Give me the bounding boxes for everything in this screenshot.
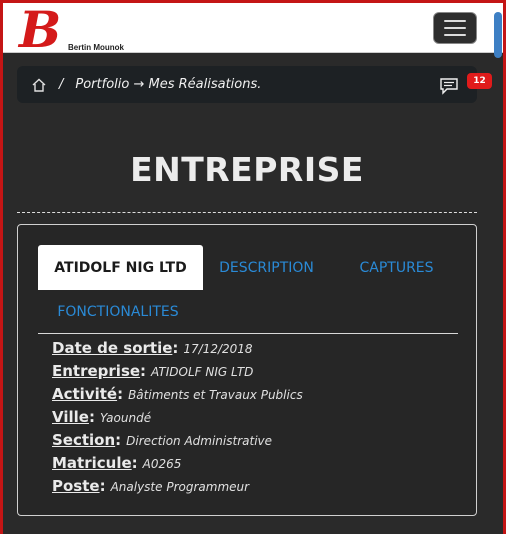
tab-captures[interactable]: CAPTURES [338,245,455,290]
detail-row-entreprise: Entreprise: ATIDOLF NIG LTD [52,362,254,380]
detail-value: 17/12/2018 [183,342,253,356]
menu-icon-bar [444,27,466,29]
detail-row-date: Date de sortie: 17/12/2018 [52,339,253,357]
detail-label: Matricule [52,454,132,472]
detail-label: Activité [52,385,118,403]
detail-row-matricule: Matricule: A0265 [52,454,182,472]
detail-label: Ville [52,408,89,426]
detail-value: A0265 [142,457,182,471]
menu-icon-bar [444,34,466,36]
detail-row-poste: Poste: Analyste Programmeur [52,477,250,495]
detail-label: Entreprise [52,362,141,380]
title-divider [17,212,477,213]
detail-label: Poste [52,477,100,495]
detail-row-ville: Ville: Yaoundé [52,408,152,426]
detail-label: Section [52,431,116,449]
detail-value: Yaoundé [99,411,152,425]
brand-name: Bertin Mounok [68,43,124,52]
notification-badge: 12 [467,73,492,89]
breadcrumb-separator: / [59,77,64,92]
detail-row-activite: Activité: Bâtiments et Travaux Publics [52,385,303,403]
tab-fonctionalites[interactable]: FONCTIONALITES [38,290,198,333]
navbar: B Bertin Mounok [3,3,503,55]
breadcrumb-path[interactable]: Portfolio → Mes Réalisations. [75,77,261,92]
window-frame-left [0,0,3,534]
tab-divider [38,333,458,334]
breadcrumb: / Portfolio → Mes Réalisations. 12 [17,66,492,103]
page-title: ENTREPRISE [130,150,364,189]
home-icon[interactable] [31,77,47,93]
message-icon[interactable] [439,77,459,95]
details-list: Date de sortie: 17/12/2018 Entreprise: A… [52,339,452,500]
detail-value: Bâtiments et Travaux Publics [128,388,303,402]
menu-toggle-button[interactable] [433,12,477,44]
scrollbar-thumb[interactable] [494,12,502,58]
detail-label: Date de sortie [52,339,173,357]
tab-atidolf[interactable]: ATIDOLF NIG LTD [38,245,203,290]
detail-value: Direction Administrative [126,434,273,448]
project-card: ATIDOLF NIG LTD DESCRIPTION CAPTURES FON… [17,224,477,516]
detail-value: ATIDOLF NIG LTD [151,365,254,379]
detail-value: Analyste Programmeur [110,480,250,494]
detail-row-section: Section: Direction Administrative [52,431,273,449]
menu-icon-bar [444,20,466,22]
tab-description[interactable]: DESCRIPTION [208,245,325,290]
brand-logo[interactable]: B [19,5,61,55]
